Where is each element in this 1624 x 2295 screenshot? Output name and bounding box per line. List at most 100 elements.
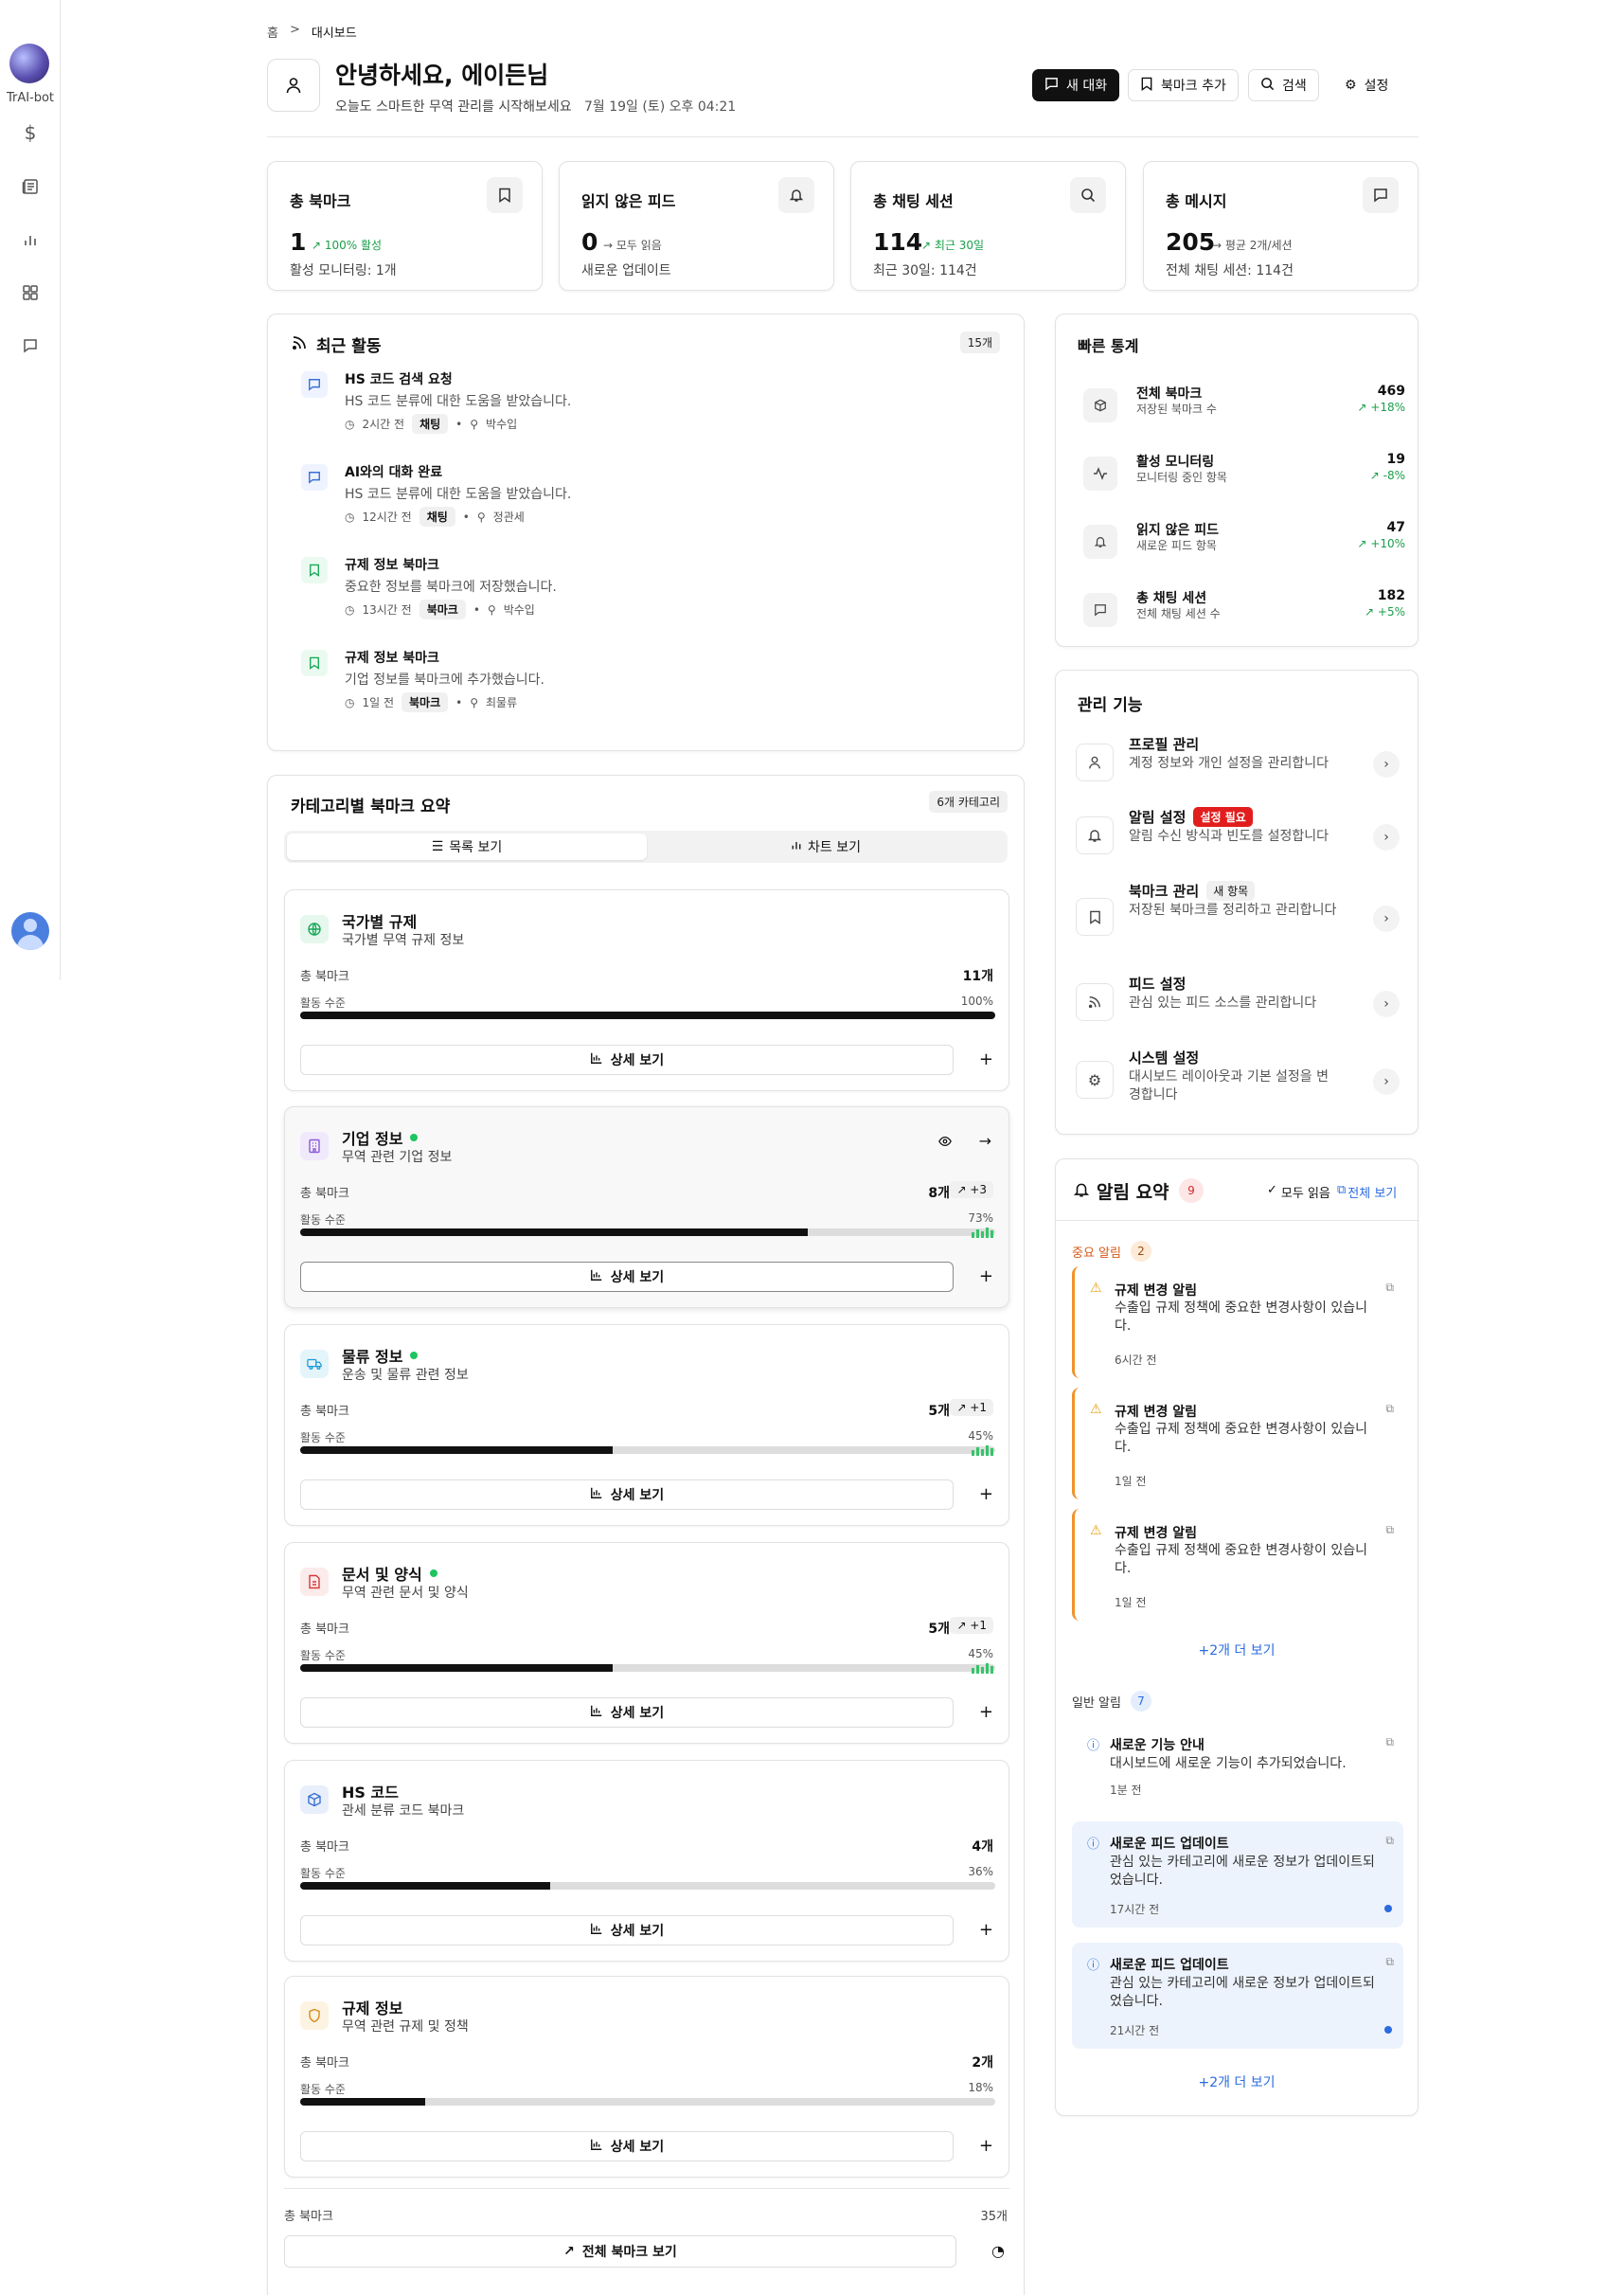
external-link-icon[interactable]: ⧉: [1385, 1735, 1394, 1749]
detail-button[interactable]: 상세 보기: [300, 1479, 954, 1510]
activity-tag: 채팅: [419, 507, 455, 527]
breadcrumb-home[interactable]: 홈: [267, 23, 278, 41]
chevron-right-icon[interactable]: ›: [1373, 1068, 1400, 1095]
activity-item[interactable]: 규제 정보 북마크 기업 정보를 북마크에 추가했습니다. ◷ 1일 전 북마크 • ⚲…: [301, 648, 1002, 714]
quick-stat-item[interactable]: 활성 모니터링 모니터링 중인 항목 19 ↗ -8%: [1083, 452, 1405, 499]
general-notification[interactable]: ⓘ 새로운 피드 업데이트 관심 있는 카테고리에 새로운 정보가 업데이트되었…: [1072, 1943, 1403, 2049]
general-notification[interactable]: ⓘ 새로운 기능 안내 대시보드에 새로운 기능이 추가되었습니다. 1분 전 …: [1072, 1723, 1403, 1808]
pie-chart-icon[interactable]: ◔: [991, 2242, 1005, 2260]
bookmark-icon: [1140, 77, 1153, 95]
category-item[interactable]: 물류 정보 운송 및 물류 관련 정보 총 북마크 5개 ↗ +1 활동 수준 …: [284, 1324, 1009, 1526]
bell-icon: [1073, 1181, 1090, 1202]
plus-icon[interactable]: +: [979, 1484, 993, 1504]
quick-stat-item[interactable]: 총 채팅 세션 전체 채팅 세션 수 182 ↗ +5%: [1083, 588, 1405, 636]
add-bookmark-button[interactable]: 북마크 추가: [1128, 69, 1239, 101]
notification-title: 새로운 기능 안내: [1110, 1738, 1205, 1753]
chevron-right-icon[interactable]: ›: [1373, 751, 1400, 778]
stat-trend: → 평균 2개/세션: [1212, 239, 1293, 252]
gear-icon: ⚙: [1076, 1061, 1114, 1099]
bar-chart-icon[interactable]: [19, 228, 42, 251]
view-all-notifications-link[interactable]: ⧉ 전체 보기: [1337, 1183, 1397, 1201]
sidebar: TrAI-bot $: [0, 0, 61, 980]
settings-button[interactable]: ⚙ 설정: [1332, 69, 1401, 101]
activity-desc: HS 코드 분류에 대한 도움을 받았습니다.: [345, 394, 572, 409]
warning-icon: ⚠: [1090, 1281, 1102, 1296]
news-icon[interactable]: [19, 175, 42, 198]
management-item-system[interactable]: ⚙ 시스템 설정 대시보드 레이아웃과 기본 설정을 변경합니다 ›: [1076, 1048, 1400, 1114]
plus-icon[interactable]: +: [979, 2136, 993, 2156]
search-button[interactable]: 검색: [1248, 69, 1319, 101]
eye-icon[interactable]: [938, 1134, 952, 1152]
external-link-icon[interactable]: ⧉: [1385, 1281, 1394, 1295]
activity-title: 규제 정보 북마크: [345, 651, 439, 666]
warning-icon: ⚠: [1090, 1523, 1102, 1538]
plus-icon[interactable]: +: [979, 1049, 993, 1069]
category-item[interactable]: 문서 및 양식 무역 관련 문서 및 양식 총 북마크 5개 ↗ +1 활동 수…: [284, 1542, 1009, 1744]
arrow-right-icon[interactable]: →: [979, 1132, 991, 1150]
mark-all-read-button[interactable]: ✓ 모두 읽음: [1267, 1183, 1330, 1201]
external-link-icon[interactable]: ⧉: [1385, 1955, 1394, 1969]
view-all-bookmarks-button[interactable]: ↗ 전체 북마크 보기: [284, 2235, 956, 2268]
management-item-profile[interactable]: 프로필 관리 계정 정보와 개인 설정을 관리합니다 ›: [1076, 734, 1400, 795]
general-notification[interactable]: ⓘ 새로운 피드 업데이트 관심 있는 카테고리에 새로운 정보가 업데이트되었…: [1072, 1821, 1403, 1927]
category-desc: 무역 관련 기업 정보: [342, 1150, 453, 1165]
activity-item[interactable]: AI와의 대화 완료 HS 코드 분류에 대한 도움을 받았습니다. ◷ 12시간…: [301, 462, 1002, 529]
new-chat-button[interactable]: 새 대화: [1032, 69, 1120, 101]
plus-icon[interactable]: +: [979, 1702, 993, 1722]
stat-card-unread-feed[interactable]: 읽지 않은 피드 0 → 모두 읽음 새로운 업데이트: [559, 161, 834, 291]
bookmark-icon: [1076, 898, 1114, 936]
settings-label: 설정: [1364, 79, 1389, 94]
category-item[interactable]: 규제 정보 무역 관련 규제 및 정책 총 북마크 2개 활동 수준 18% 상…: [284, 1976, 1009, 2178]
chevron-right-icon[interactable]: ›: [1373, 991, 1400, 1017]
detail-button[interactable]: 상세 보기: [300, 1915, 954, 1945]
notification-time: 6시간 전: [1115, 1354, 1157, 1367]
critical-notification[interactable]: ⚠ 규제 변경 알림 수출입 규제 정책에 중요한 변경사항이 있습니다. 1일…: [1072, 1388, 1403, 1499]
stat-card-chat-sessions[interactable]: 총 채팅 세션 114 ↗ 최근 30일 최근 30일: 114건: [850, 161, 1126, 291]
category-item[interactable]: 기업 정보 무역 관련 기업 정보 → 총 북마크 8개 ↗ +3 활동 수준 …: [284, 1106, 1009, 1308]
grid-icon[interactable]: [19, 281, 42, 304]
chart-view-tab[interactable]: 차트 보기: [647, 834, 1005, 860]
management-item-feed[interactable]: 피드 설정 관심 있는 피드 소스를 관리합니다 ›: [1076, 974, 1400, 1034]
page-subtitle: 오늘도 스마트한 무역 관리를 시작해보세요: [335, 99, 572, 115]
brand-logo[interactable]: [9, 44, 49, 83]
category-item[interactable]: HS 코드 관세 분류 코드 북마크 총 북마크 4개 활동 수준 36% 상세…: [284, 1760, 1009, 1962]
external-link-icon[interactable]: ⧉: [1385, 1834, 1394, 1848]
notification-title: 규제 변경 알림: [1115, 1526, 1198, 1541]
chat-icon[interactable]: [19, 334, 42, 357]
quick-stat-item[interactable]: 전체 북마크 저장된 북마크 수 469 ↗ +18%: [1083, 384, 1405, 431]
management-item-bookmarks[interactable]: 북마크 관리 새 항목 저장된 북마크를 정리하고 관리합니다 ›: [1076, 881, 1400, 957]
critical-notification[interactable]: ⚠ 규제 변경 알림 수출입 규제 정책에 중요한 변경사항이 있습니다. 6시…: [1072, 1266, 1403, 1378]
general-more-link[interactable]: +2개 더 보기: [1056, 2072, 1418, 2091]
stat-card-bookmarks[interactable]: 총 북마크 1 ↗ 100% 활성 활성 모니터링: 1개: [267, 161, 543, 291]
category-item[interactable]: 국가별 규제 국가별 무역 규제 정보 총 북마크 11개 활동 수준 100%…: [284, 889, 1009, 1091]
list-view-tab[interactable]: ☰ 목록 보기: [287, 834, 647, 860]
stat-card-messages[interactable]: 총 메시지 205 → 평균 2개/세션 전체 채팅 세션: 114건: [1143, 161, 1419, 291]
chevron-right-icon[interactable]: ›: [1373, 905, 1400, 932]
detail-button-label: 상세 보기: [610, 2140, 665, 2155]
management-item-notifications[interactable]: 알림 설정 설정 필요 알림 수신 방식과 빈도를 설정합니다 ›: [1076, 807, 1400, 868]
category-desc: 관세 분류 코드 북마크: [342, 1803, 465, 1819]
detail-button[interactable]: 상세 보기: [300, 1262, 954, 1292]
plus-icon[interactable]: +: [979, 1266, 993, 1286]
activity-level-label: 활동 수준: [300, 1867, 346, 1880]
activity-item[interactable]: 규제 정보 북마크 중요한 정보를 북마크에 저장했습니다. ◷ 13시간 전 북마…: [301, 555, 1002, 621]
chevron-right-icon[interactable]: ›: [1373, 824, 1400, 851]
critical-more-link[interactable]: +2개 더 보기: [1056, 1641, 1418, 1659]
quick-stat-item[interactable]: 읽지 않은 피드 새로운 피드 항목 47 ↗ +10%: [1083, 520, 1405, 567]
current-datetime: 7월 19일 (토) 오후 04:21: [584, 99, 737, 115]
detail-button[interactable]: 상세 보기: [300, 2131, 954, 2161]
detail-button[interactable]: 상세 보기: [300, 1697, 954, 1728]
external-link-icon[interactable]: ⧉: [1385, 1523, 1394, 1537]
detail-button-label: 상세 보기: [610, 1270, 665, 1285]
view-all-notifications-label: 전체 보기: [1347, 1187, 1398, 1201]
external-link-icon[interactable]: ⧉: [1385, 1402, 1394, 1416]
active-dot: [410, 1134, 419, 1141]
detail-button[interactable]: 상세 보기: [300, 1045, 954, 1075]
stat-value: 205: [1166, 228, 1216, 256]
activity-item[interactable]: HS 코드 검색 요청 HS 코드 분류에 대한 도움을 받았습니다. ◷ 2시간…: [301, 369, 1002, 436]
critical-notification[interactable]: ⚠ 규제 변경 알림 수출입 규제 정책에 중요한 변경사항이 있습니다. 1일…: [1072, 1509, 1403, 1621]
plus-icon[interactable]: +: [979, 1920, 993, 1940]
user-avatar[interactable]: [11, 912, 49, 950]
list-view-label: 목록 보기: [449, 840, 503, 855]
dollar-icon[interactable]: $: [19, 121, 42, 144]
